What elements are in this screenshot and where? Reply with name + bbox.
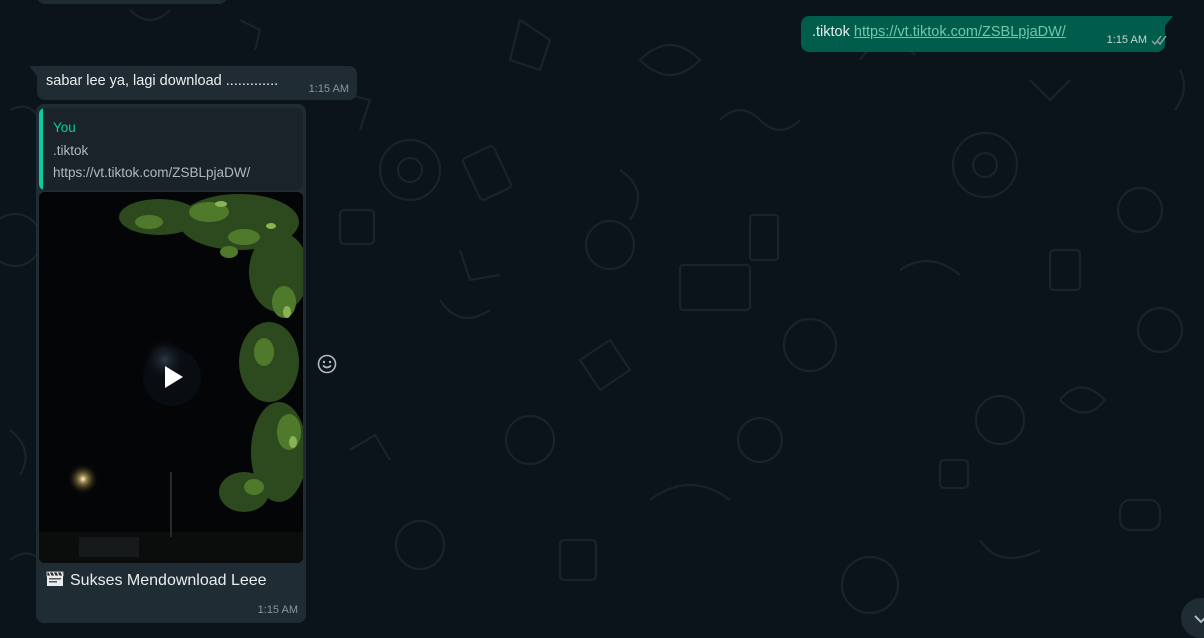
previous-message-edge <box>37 0 227 4</box>
quoted-line-command: .tiktok <box>53 143 89 158</box>
play-icon[interactable] <box>143 348 201 406</box>
outgoing-message-bubble[interactable]: .tiktok https://vt.tiktok.com/ZSBLpjaDW/… <box>801 16 1173 52</box>
quoted-message[interactable]: You .tiktok https://vt.tiktok.com/ZSBLpj… <box>39 108 303 190</box>
outgoing-message-text: .tiktok https://vt.tiktok.com/ZSBLpjaDW/ <box>812 24 1066 40</box>
incoming-message-text: sabar lee ya, lagi download ............… <box>46 73 279 89</box>
quoted-author: You <box>53 120 76 135</box>
tiktok-link[interactable]: https://vt.tiktok.com/ZSBLpjaDW/ <box>854 24 1066 40</box>
caption-text: Sukses Mendownload Leee <box>70 572 267 589</box>
message-time: 1:15 AM <box>1106 34 1147 46</box>
chevron-down-icon <box>1194 615 1204 624</box>
quote-accent-bar <box>39 108 43 190</box>
bubble-tail <box>29 66 37 76</box>
video-thumbnail[interactable] <box>39 192 303 563</box>
message-time: 1:15 AM <box>308 83 349 95</box>
message-time: 1:15 AM <box>257 604 298 616</box>
incoming-video-message-bubble[interactable]: You .tiktok https://vt.tiktok.com/ZSBLpj… <box>36 104 306 623</box>
quoted-line-link: https://vt.tiktok.com/ZSBLpjaDW/ <box>53 165 251 180</box>
video-caption: Sukses Mendownload Leee <box>46 571 267 590</box>
emoji-smile-icon[interactable] <box>316 353 338 375</box>
bubble-tail <box>1165 16 1173 26</box>
clapper-board-icon <box>46 571 64 587</box>
command-text: .tiktok <box>812 24 850 40</box>
incoming-message-bubble[interactable]: sabar lee ya, lagi download ............… <box>29 66 357 100</box>
double-check-icon <box>1151 33 1167 51</box>
